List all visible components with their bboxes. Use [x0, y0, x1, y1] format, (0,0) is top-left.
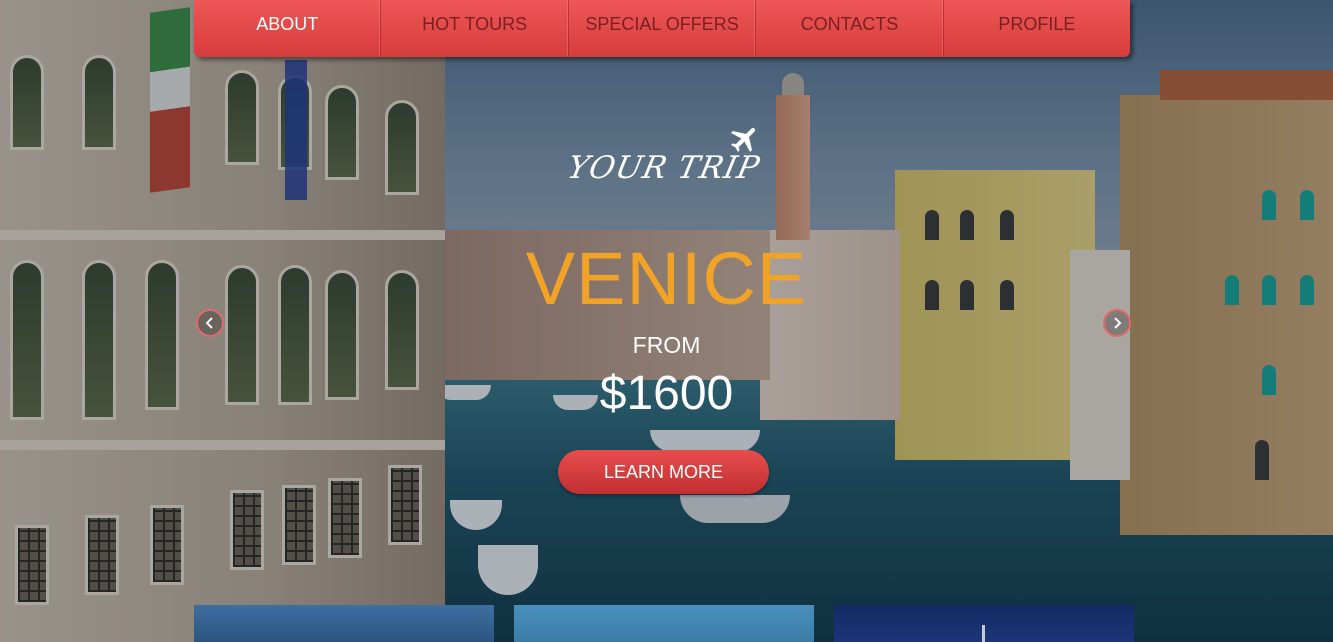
tour-thumbnails: [194, 605, 1134, 642]
carousel-next-button[interactable]: [1103, 309, 1131, 337]
nav-item-special-offers[interactable]: SPECIAL OFFERS: [569, 0, 757, 57]
tour-thumbnail[interactable]: [514, 605, 814, 642]
hero-price: $1600: [599, 367, 734, 420]
hero-from-label: FROM: [632, 332, 701, 358]
airplane-icon: [730, 127, 756, 153]
hero-city-title: VENICE: [525, 237, 808, 320]
mast: [982, 625, 985, 642]
carousel-prev-button[interactable]: [196, 309, 224, 337]
chevron-left-icon: [205, 317, 213, 329]
nav-item-contacts[interactable]: CONTACTS: [756, 0, 944, 57]
nav-item-profile[interactable]: PROFILE: [944, 0, 1130, 57]
main-nav: ABOUT HOT TOURS SPECIAL OFFERS CONTACTS …: [194, 0, 1130, 57]
nav-item-about[interactable]: ABOUT: [194, 0, 382, 57]
chevron-right-icon: [1114, 317, 1122, 329]
site-logo[interactable]: YOUR TRIP: [564, 120, 766, 190]
nav-item-hot-tours[interactable]: HOT TOURS: [381, 0, 569, 57]
tour-thumbnail[interactable]: [834, 605, 1134, 642]
tour-thumbnail[interactable]: [194, 605, 494, 642]
learn-more-button[interactable]: LEARN MORE: [558, 450, 769, 494]
